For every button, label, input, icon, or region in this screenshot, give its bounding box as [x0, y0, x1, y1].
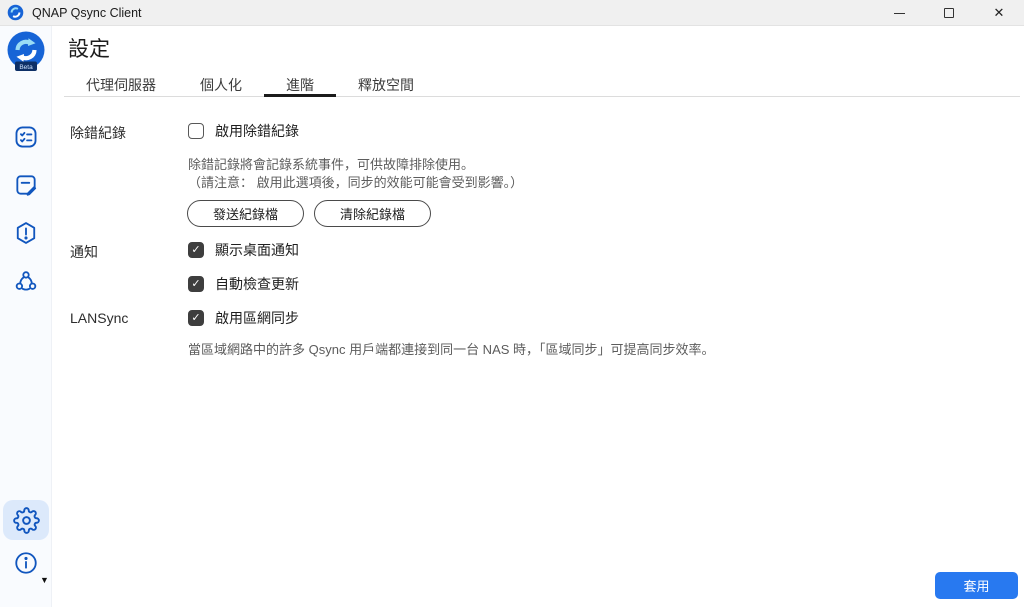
- minimize-icon: [894, 13, 905, 14]
- qsync-client-window: QNAP Qsync Client ✕ Beta: [0, 0, 1024, 607]
- tab-personalization[interactable]: 個人化: [178, 73, 264, 96]
- maximize-icon: [944, 8, 954, 18]
- checkbox-label: 啟用區網同步: [215, 308, 299, 328]
- sidebar-item-sync-status[interactable]: [13, 124, 39, 150]
- checklist-icon: [13, 124, 39, 150]
- qnap-logo-icon: [7, 4, 24, 21]
- apply-button[interactable]: 套用: [935, 572, 1018, 599]
- maximize-button[interactable]: [924, 0, 974, 26]
- checkbox-label: 顯示桌面通知: [215, 240, 299, 260]
- lansync-description: 當區域網路中的許多 Qsync 用戶端都連接到同一台 NAS 時，「區域同步」可…: [188, 341, 715, 359]
- checkbox-box[interactable]: ✓: [188, 310, 204, 326]
- clear-log-button[interactable]: 清除紀錄檔: [314, 200, 431, 227]
- sidebar: Beta: [0, 26, 52, 607]
- window-title: QNAP Qsync Client: [32, 6, 142, 20]
- checkbox-show-desktop-notifications[interactable]: ✓ 顯示桌面通知: [188, 240, 299, 260]
- notifications-section-label: 通知: [70, 242, 98, 262]
- checkbox-enable-lan-sync[interactable]: ✓ 啟用區網同步: [188, 308, 299, 328]
- checkbox-label: 自動檢查更新: [215, 274, 299, 294]
- checkbox-box[interactable]: ✓: [188, 276, 204, 292]
- close-button[interactable]: ✕: [974, 0, 1024, 26]
- window-controls: ✕: [874, 0, 1024, 26]
- chevron-down-icon[interactable]: ▼: [40, 576, 49, 585]
- share-network-icon: [13, 268, 39, 294]
- check-icon: ✓: [191, 313, 200, 324]
- gear-icon: [13, 507, 40, 534]
- check-icon: ✓: [191, 245, 200, 256]
- note-icon: [13, 172, 39, 198]
- check-icon: ✓: [191, 279, 200, 290]
- beta-badge: Beta: [19, 64, 33, 71]
- send-log-button[interactable]: 發送紀錄檔: [187, 200, 304, 227]
- debug-log-description: 除錯記錄將會記錄系統事件，可供故障排除使用。 （請注意： 啟用此選項後，同步的效…: [188, 156, 523, 191]
- debug-log-description-line1: 除錯記錄將會記錄系統事件，可供故障排除使用。: [188, 156, 523, 174]
- minimize-button[interactable]: [874, 0, 924, 26]
- title-bar: QNAP Qsync Client ✕: [0, 0, 1024, 26]
- debug-log-description-line2: （請注意： 啟用此選項後，同步的效能可能會受到影響。）: [188, 174, 523, 192]
- sidebar-item-logs[interactable]: [13, 172, 39, 198]
- sidebar-item-alerts[interactable]: [13, 220, 39, 246]
- tab-proxy-server[interactable]: 代理伺服器: [64, 73, 178, 96]
- sidebar-item-about[interactable]: [13, 550, 39, 576]
- close-icon: ✕: [994, 5, 1005, 21]
- tab-advanced[interactable]: 進階: [264, 73, 336, 96]
- page-title: 設定: [68, 33, 110, 63]
- lansync-section-label: LANSync: [70, 310, 128, 326]
- hexagon-exclamation-icon: [13, 220, 39, 246]
- log-buttons-row: 發送紀錄檔 清除紀錄檔: [187, 200, 431, 227]
- checkbox-label: 啟用除錯紀錄: [215, 121, 299, 141]
- debug-log-section-label: 除錯紀錄: [70, 123, 126, 143]
- checkbox-box[interactable]: [188, 123, 204, 139]
- checkbox-box[interactable]: ✓: [188, 242, 204, 258]
- checkbox-enable-debug-log[interactable]: 啟用除錯紀錄: [188, 121, 299, 141]
- qsync-beta-logo: Beta: [4, 30, 48, 74]
- sidebar-item-settings[interactable]: [3, 500, 49, 540]
- sidebar-item-share[interactable]: [13, 268, 39, 294]
- info-icon: [13, 550, 39, 576]
- settings-tab-bar: 代理伺服器 個人化 進階 釋放空間: [64, 73, 1020, 97]
- checkbox-auto-check-updates[interactable]: ✓ 自動檢查更新: [188, 274, 299, 294]
- tab-free-up-space[interactable]: 釋放空間: [336, 73, 436, 96]
